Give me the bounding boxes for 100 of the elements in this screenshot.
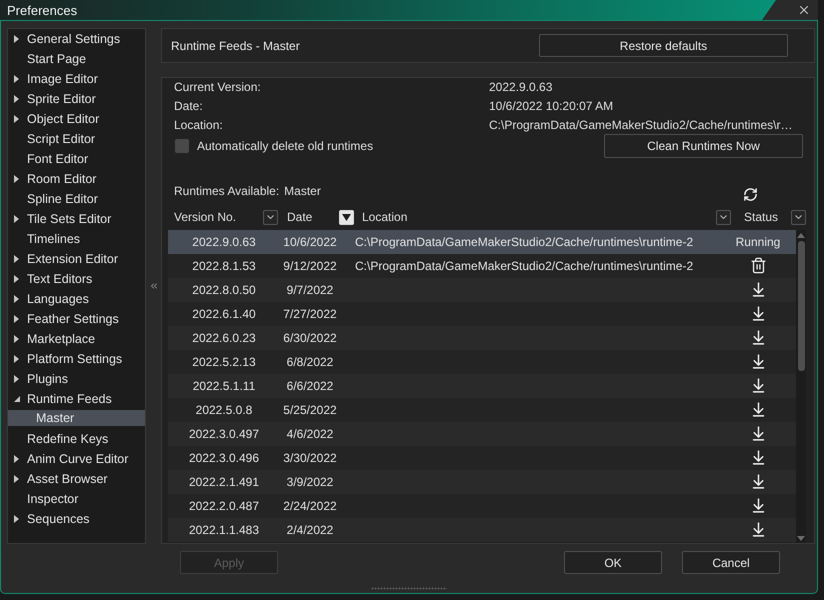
sidebar-item[interactable]: Extension Editor <box>8 249 145 269</box>
table-cell-text: 10/6/2022 <box>282 234 338 249</box>
table-cell-text: 2022.8.0.50 <box>191 282 257 297</box>
table-cell-text: 2/4/2022 <box>286 522 334 537</box>
sidebar-item[interactable]: Text Editors <box>8 269 145 289</box>
table-cell-text: 6/6/2022 <box>286 378 334 393</box>
triangle-down-icon <box>342 214 351 221</box>
cancel-button[interactable]: Cancel <box>682 551 780 574</box>
table-cell-text: 7/27/2022 <box>282 306 338 321</box>
table-cell-text: 2022.6.0.23 <box>191 330 257 345</box>
sidebar-item[interactable]: General Settings <box>8 29 145 49</box>
table-cell-text: 9/12/2022 <box>282 258 338 273</box>
table-cell-text: 2022.5.0.8 <box>194 402 254 417</box>
triangle-right-icon[interactable] <box>14 75 19 83</box>
sidebar-item[interactable]: Asset Browser <box>8 469 145 489</box>
table-cell-text: 2022.6.1.40 <box>191 306 257 321</box>
triangle-right-icon[interactable] <box>14 295 19 303</box>
table-cell-text: 9/7/2022 <box>286 282 334 297</box>
sidebar-item[interactable]: Image Editor <box>8 69 145 89</box>
field-label: Location: <box>174 118 224 132</box>
table-row[interactable]: 2022.8.0.50 9/7/2022 <box>168 278 796 302</box>
column-menu-button[interactable] <box>716 210 731 225</box>
sidebar-item[interactable]: Runtime Feeds <box>8 389 145 409</box>
column-menu-button[interactable] <box>263 210 278 225</box>
sidebar-item[interactable]: Font Editor <box>8 149 145 169</box>
sidebar-item[interactable]: Languages <box>8 289 145 309</box>
sidebar-item[interactable]: Sequences <box>8 509 145 529</box>
triangle-right-icon[interactable] <box>14 515 19 523</box>
table-row[interactable]: 2022.6.0.23 6/30/2022 <box>168 326 796 350</box>
trash-icon[interactable] <box>750 257 766 274</box>
ok-button[interactable]: OK <box>564 551 662 574</box>
chevron-down-icon <box>795 215 802 220</box>
field-value: 2022.9.0.63 <box>489 80 554 94</box>
table-cell-text: 3/9/2022 <box>286 474 334 489</box>
sidebar-item[interactable]: Script Editor <box>8 129 145 149</box>
sidebar-item[interactable]: Platform Settings <box>8 349 145 369</box>
column-menu-button[interactable] <box>791 210 806 225</box>
table-cell-text: 2022.5.1.11 <box>192 378 256 393</box>
chevron-down-icon <box>720 215 727 220</box>
triangle-right-icon[interactable] <box>14 315 19 323</box>
sidebar-item[interactable]: Timelines <box>8 229 145 249</box>
triangle-right-icon[interactable] <box>14 255 19 263</box>
triangle-right-icon[interactable] <box>14 475 19 483</box>
sidebar-item[interactable]: Sprite Editor <box>8 89 145 109</box>
triangle-right-icon[interactable] <box>14 355 19 363</box>
sidebar-item[interactable]: Anim Curve Editor <box>8 449 145 469</box>
sidebar-item[interactable]: Redefine Keys <box>8 429 145 449</box>
sidebar-item[interactable]: Master <box>8 410 145 426</box>
triangle-right-icon[interactable] <box>14 35 19 43</box>
scrollbar-thumb[interactable] <box>798 240 804 371</box>
clean-runtimes-button[interactable]: Clean Runtimes Now <box>604 134 803 158</box>
column-header: Date <box>287 210 312 224</box>
table-cell-text: 2022.9.0.63 <box>191 234 257 249</box>
sidebar-item[interactable]: Room Editor <box>8 169 145 189</box>
status-text: Running <box>734 234 782 249</box>
sidebar-item[interactable]: Spline Editor <box>8 189 145 209</box>
sidebar-item[interactable]: Tile Sets Editor <box>8 209 145 229</box>
table-cell-text: 5/25/2022 <box>282 402 338 417</box>
restore-defaults-button[interactable]: Restore defaults <box>539 34 788 57</box>
runtimes-label: Runtimes Available: <box>174 184 280 198</box>
triangle-right-icon[interactable] <box>14 175 19 183</box>
collapse-icon[interactable] <box>148 281 158 291</box>
triangle-right-icon[interactable] <box>14 95 19 103</box>
table-cell-text: 2022.2.1.491 <box>188 474 260 489</box>
table-cell-text: 2022.2.0.487 <box>188 498 260 513</box>
sidebar-item[interactable]: Feather Settings <box>8 309 145 329</box>
sidebar-item[interactable]: Start Page <box>8 49 145 69</box>
checkbox[interactable] <box>175 139 189 154</box>
column-header: Status <box>744 210 778 224</box>
triangle-right-icon[interactable] <box>14 215 19 223</box>
close-button[interactable] <box>762 0 818 20</box>
table-row[interactable]: 2022.2.1.491 3/9/2022 <box>168 470 796 494</box>
table-row[interactable]: 2022.1.1.483 2/4/2022 <box>168 518 796 542</box>
table-cell-text: C:\ProgramData/GameMakerStudio2/Cache/runtimes\runtime-2 <box>354 258 694 273</box>
triangle-right-icon[interactable] <box>14 275 19 283</box>
sidebar-item[interactable]: Inspector <box>8 489 145 509</box>
sidebar-item[interactable]: Marketplace <box>8 329 145 349</box>
scroll-down-icon[interactable] <box>797 536 805 541</box>
sidebar-item[interactable]: Plugins <box>8 369 145 389</box>
triangle-right-icon[interactable] <box>14 335 19 343</box>
triangle-right-icon[interactable] <box>14 455 19 463</box>
table-cell-text: C:\ProgramData/GameMakerStudio2/Cache/runtimes\runtime-2 <box>354 234 694 249</box>
close-icon <box>797 3 811 17</box>
table-cell-text: 2/24/2022 <box>282 498 338 513</box>
grip-icon[interactable] <box>371 587 447 590</box>
table-cell-text: 4/6/2022 <box>286 426 334 441</box>
triangle-right-icon[interactable] <box>14 375 19 383</box>
section-title: Runtime Feeds - Master <box>171 38 300 52</box>
sidebar-item[interactable]: Object Editor <box>8 109 145 129</box>
table-row[interactable]: 2022.5.1.11 6/6/2022 <box>168 374 796 398</box>
triangle-icon[interactable] <box>14 396 20 402</box>
scrollbar[interactable] <box>796 230 806 543</box>
table-row[interactable]: 2022.3.0.497 4/6/2022 <box>168 422 796 446</box>
refresh-icon[interactable] <box>743 186 758 202</box>
triangle-right-icon[interactable] <box>14 115 19 123</box>
field-value: 10/6/2022 10:20:07 AM <box>489 99 614 114</box>
field-value: C:\ProgramData/GameMakerStudio2/Cache/runtimes\r… <box>489 118 794 132</box>
window-title: Preferences <box>6 2 78 18</box>
scroll-up-icon[interactable] <box>797 232 805 238</box>
table-row[interactable]: 2022.9.0.63 10/6/2022 C:\ProgramData/GameMakerStudio2/Cache/runtimes\runtime-2 Running <box>168 230 796 254</box>
